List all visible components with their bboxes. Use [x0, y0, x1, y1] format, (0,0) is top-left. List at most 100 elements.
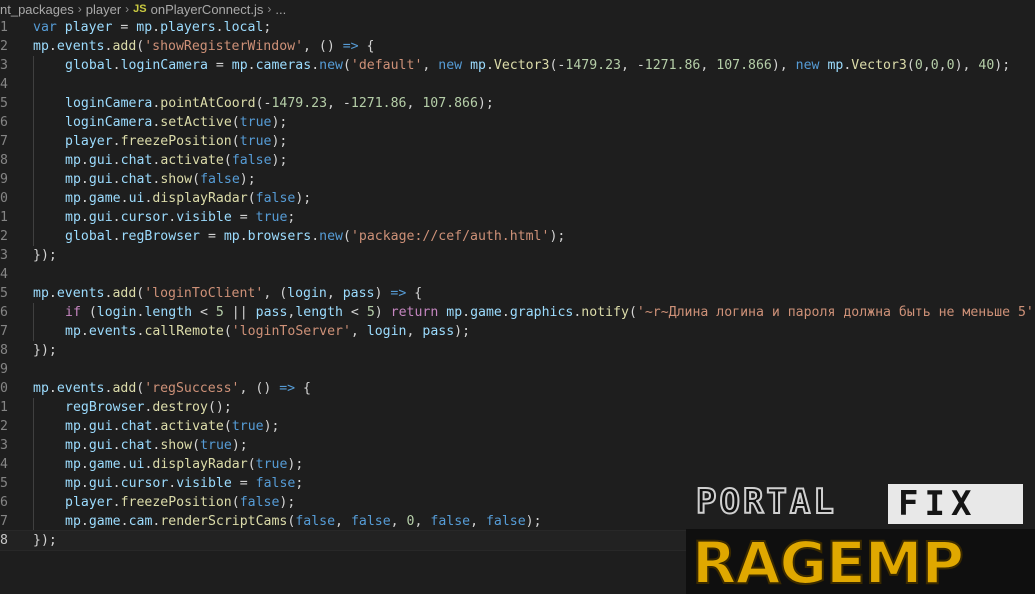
- code-token: ;: [287, 210, 296, 225]
- code-token: mp: [827, 58, 844, 73]
- chevron-right-icon: ›: [125, 2, 130, 16]
- code-token: ;: [295, 476, 304, 491]
- code-line[interactable]: 1 regBrowser.destroy();: [0, 398, 1035, 417]
- indent-guide: [33, 208, 65, 227]
- indent-guide: [33, 303, 65, 322]
- indent-guide: [33, 227, 65, 246]
- watermark-ragemp-text: RAGEMP: [692, 529, 963, 594]
- code-token: new: [795, 58, 820, 73]
- code-token: <: [342, 305, 367, 320]
- code-token: add: [112, 381, 137, 396]
- watermark-fix-text: FIX: [898, 484, 977, 524]
- line-number: 9: [0, 362, 8, 377]
- code-token: .: [80, 172, 89, 187]
- code-token: cam: [128, 514, 153, 529]
- code-token: gui: [88, 153, 113, 168]
- code-token: 0: [914, 58, 923, 73]
- code-token: 40: [978, 58, 995, 73]
- code-line[interactable]: 2 mp.gui.chat.activate(true);: [0, 417, 1035, 436]
- line-number: 5: [0, 286, 8, 301]
- code-line[interactable]: 4: [0, 75, 1035, 94]
- code-token: visible: [176, 210, 232, 225]
- code-token: ,: [414, 514, 431, 529]
- code-token: events: [56, 381, 105, 396]
- code-token: 0: [946, 58, 955, 73]
- indent-guide: [33, 455, 65, 474]
- code-token: false: [295, 514, 336, 529]
- code-token: =: [207, 58, 232, 73]
- code-text: var player = mp.players.local;: [33, 18, 271, 37]
- breadcrumb-item-symbols[interactable]: ...: [275, 2, 286, 17]
- code-token: (: [231, 495, 240, 510]
- code-token: setActive: [160, 115, 232, 130]
- code-token: '~r~Длина логина и пароля должна быть не…: [636, 305, 1034, 320]
- code-line[interactable]: 8 mp.gui.chat.activate(false);: [0, 151, 1035, 170]
- code-token: (: [223, 324, 232, 339]
- indent-guide: [33, 189, 65, 208]
- code-token: ,: [470, 514, 486, 529]
- code-line[interactable]: 4 mp.game.ui.displayRadar(true);: [0, 455, 1035, 474]
- code-line[interactable]: 9 mp.gui.chat.show(false);: [0, 170, 1035, 189]
- code-token: mp: [65, 210, 81, 225]
- code-token: 0: [930, 58, 939, 73]
- breadcrumb-item-player[interactable]: player: [86, 2, 121, 17]
- code-token: gui: [88, 210, 113, 225]
- code-token: login: [96, 305, 137, 320]
- code-line[interactable]: 2 global.regBrowser = mp.browsers.new('pa…: [0, 227, 1035, 246]
- code-editor[interactable]: 1 var player = mp.players.local; 2 mp.event…: [0, 18, 1035, 551]
- code-line[interactable]: 2 mp.events.add('showRegisterWindow', () …: [0, 37, 1035, 56]
- code-line[interactable]: 0 mp.game.ui.displayRadar(false);: [0, 189, 1035, 208]
- code-token: 5: [215, 305, 224, 320]
- line-number: 3: [0, 58, 8, 73]
- code-token: );: [477, 96, 494, 111]
- code-token: .: [80, 419, 89, 434]
- code-token: .: [120, 457, 129, 472]
- code-token: cameras: [255, 58, 312, 73]
- code-token: );: [549, 229, 566, 244]
- code-line[interactable]: 1 mp.gui.cursor.visible = true;: [0, 208, 1035, 227]
- code-token: );: [263, 419, 280, 434]
- code-line[interactable]: 6 if (login.length < 5 || pass,length < 5…: [0, 303, 1035, 322]
- code-line[interactable]: 4: [0, 265, 1035, 284]
- code-line[interactable]: 5 mp.events.add('loginToClient', (login, …: [0, 284, 1035, 303]
- code-token: destroy: [152, 400, 208, 415]
- code-token: true: [255, 457, 288, 472]
- code-line[interactable]: 3 mp.gui.chat.show(true);: [0, 436, 1035, 455]
- breadcrumb-item-file[interactable]: onPlayerConnect.js: [151, 2, 264, 17]
- code-token: (: [247, 191, 256, 206]
- code-text: mp.gui.chat.show(false);: [33, 170, 256, 189]
- code-line[interactable]: 7 mp.events.callRemote('loginToServer', l…: [0, 322, 1035, 341]
- code-line[interactable]: 8});: [0, 341, 1035, 360]
- code-text: mp.game.cam.renderScriptCams(false, fals…: [33, 512, 542, 531]
- code-token: .: [462, 305, 471, 320]
- code-token: ;: [263, 20, 272, 35]
- code-token: browsers: [247, 229, 312, 244]
- code-token: .: [112, 210, 121, 225]
- code-token: renderScriptCams: [160, 514, 288, 529]
- code-token: graphics: [509, 305, 574, 320]
- indent-guide: [33, 132, 65, 151]
- code-token: .: [80, 514, 89, 529]
- code-line[interactable]: 1 var player = mp.players.local;: [0, 18, 1035, 37]
- code-line[interactable]: 6 loginCamera.setActive(true);: [0, 113, 1035, 132]
- code-line[interactable]: 5 loginCamera.pointAtCoord(-1479.23, -127…: [0, 94, 1035, 113]
- code-token: =>: [390, 286, 407, 301]
- code-line[interactable]: 3 global.loginCamera = mp.cameras.new('de…: [0, 56, 1035, 75]
- code-token: (: [628, 305, 637, 320]
- indent-guide: [33, 474, 65, 493]
- code-line[interactable]: 0 mp.events.add('regSuccess', () => {: [0, 379, 1035, 398]
- code-token: events: [88, 324, 137, 339]
- code-line[interactable]: 3});: [0, 246, 1035, 265]
- code-token: mp: [33, 381, 49, 396]
- code-token: mp: [65, 457, 81, 472]
- line-number: 1: [0, 20, 8, 35]
- code-line[interactable]: 7 player.freezePosition(true);: [0, 132, 1035, 151]
- code-token: 1479.23: [565, 58, 621, 73]
- code-token: (: [192, 172, 201, 187]
- code-line[interactable]: 9: [0, 360, 1035, 379]
- code-token: 'package://cef/auth.html': [350, 229, 550, 244]
- code-token: );: [994, 58, 1011, 73]
- code-token: (: [342, 58, 351, 73]
- breadcrumb-item-packages[interactable]: nt_packages: [0, 2, 74, 17]
